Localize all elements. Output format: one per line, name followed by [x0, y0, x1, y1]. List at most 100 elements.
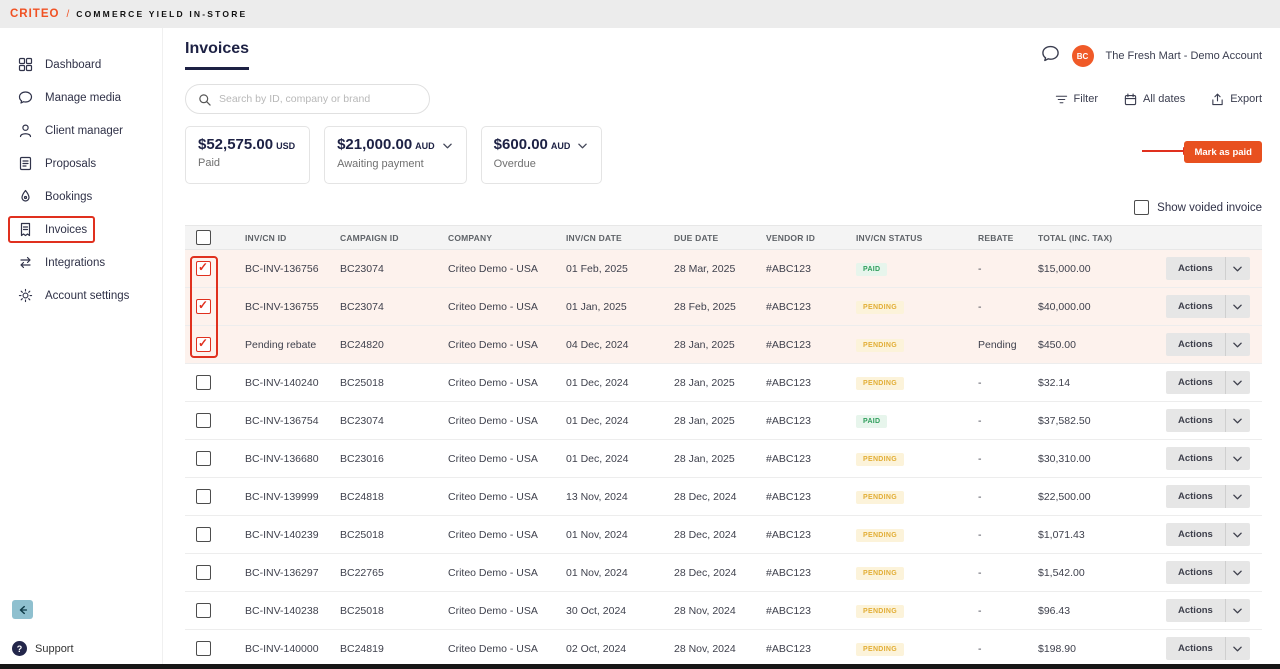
sidebar-item-manage-media[interactable]: Manage media — [0, 81, 162, 114]
company-cell: Criteo Demo - USA — [436, 377, 554, 389]
row-checkbox[interactable] — [196, 565, 211, 580]
row-checkbox[interactable] — [196, 299, 211, 314]
actions-button[interactable]: Actions — [1166, 257, 1225, 280]
card-label: Awaiting payment — [337, 158, 452, 170]
actions-button[interactable]: Actions — [1166, 371, 1225, 394]
table-row: BC-INV-136754 BC23074 Criteo Demo - USA … — [185, 402, 1262, 440]
actions-dropdown-chevron[interactable] — [1225, 371, 1250, 394]
card-dropdown-chevron[interactable] — [443, 136, 452, 154]
row-actions-group: Actions — [1166, 637, 1262, 660]
invoice-receipt-icon — [18, 222, 33, 237]
due-date-cell: 28 Dec, 2024 — [662, 567, 754, 579]
vendor-id-cell: #ABC123 — [754, 263, 844, 275]
actions-button[interactable]: Actions — [1166, 523, 1225, 546]
collapse-sidebar-button[interactable] — [12, 600, 33, 619]
actions-dropdown-chevron[interactable] — [1225, 485, 1250, 508]
invoice-id-cell: BC-INV-136297 — [233, 567, 328, 579]
filter-button[interactable]: Filter — [1055, 93, 1098, 106]
card-dropdown-chevron[interactable] — [578, 136, 587, 154]
actions-button[interactable]: Actions — [1166, 637, 1225, 660]
actions-dropdown-chevron[interactable] — [1225, 561, 1250, 584]
rebate-cell: - — [966, 263, 1026, 275]
total-cell: $15,000.00 — [1026, 263, 1154, 275]
row-actions-group: Actions — [1166, 599, 1262, 622]
sidebar-item-proposals[interactable]: Proposals — [0, 147, 162, 180]
total-cell: $30,310.00 — [1026, 453, 1154, 465]
avatar[interactable]: BC — [1072, 45, 1094, 67]
export-button[interactable]: Export — [1211, 93, 1262, 106]
actions-dropdown-chevron[interactable] — [1225, 295, 1250, 318]
support-link[interactable]: ? Support — [12, 641, 74, 656]
actions-button[interactable]: Actions — [1166, 561, 1225, 584]
vendor-id-cell: #ABC123 — [754, 529, 844, 541]
table-header-row: INV/CN ID CAMPAIGN ID COMPANY INV/CN DAT… — [185, 225, 1262, 250]
invoice-date-cell: 01 Dec, 2024 — [554, 377, 662, 389]
show-voided-checkbox[interactable] — [1134, 200, 1149, 215]
actions-dropdown-chevron[interactable] — [1225, 257, 1250, 280]
campaign-id-cell: BC23074 — [328, 263, 436, 275]
actions-dropdown-chevron[interactable] — [1225, 333, 1250, 356]
sidebar-item-account-settings[interactable]: Account settings — [0, 279, 162, 312]
sidebar-item-integrations[interactable]: Integrations — [0, 246, 162, 279]
search-input[interactable] — [219, 93, 417, 105]
chat-bubble-icon[interactable] — [1041, 44, 1060, 68]
actions-dropdown-chevron[interactable] — [1225, 409, 1250, 432]
column-header-invcn-id: INV/CN ID — [233, 233, 328, 243]
company-cell: Criteo Demo - USA — [436, 643, 554, 655]
company-cell: Criteo Demo - USA — [436, 453, 554, 465]
sidebar-item-bookings[interactable]: Bookings — [0, 180, 162, 213]
actions-dropdown-chevron[interactable] — [1225, 447, 1250, 470]
due-date-cell: 28 Dec, 2024 — [662, 529, 754, 541]
sidebar-item-client-manager[interactable]: Client manager — [0, 114, 162, 147]
actions-button[interactable]: Actions — [1166, 295, 1225, 318]
table-row: BC-INV-136755 BC23074 Criteo Demo - USA … — [185, 288, 1262, 326]
status-badge: PENDING — [856, 453, 904, 466]
status-badge: PENDING — [856, 605, 904, 618]
show-voided-label: Show voided invoice — [1157, 202, 1262, 214]
row-checkbox[interactable] — [196, 261, 211, 276]
actions-dropdown-chevron[interactable] — [1225, 523, 1250, 546]
row-checkbox[interactable] — [196, 337, 211, 352]
campaign-id-cell: BC24820 — [328, 339, 436, 351]
mark-as-paid-button[interactable]: Mark as paid — [1184, 141, 1262, 163]
sidebar-item-invoices[interactable]: Invoices — [0, 213, 162, 246]
row-checkbox[interactable] — [196, 489, 211, 504]
sidebar-item-label: Invoices — [45, 224, 87, 236]
row-checkbox[interactable] — [196, 451, 211, 466]
actions-button[interactable]: Actions — [1166, 447, 1225, 470]
row-checkbox[interactable] — [196, 413, 211, 428]
actions-dropdown-chevron[interactable] — [1225, 599, 1250, 622]
sidebar-item-dashboard[interactable]: Dashboard — [0, 48, 162, 81]
rebate-cell: - — [966, 643, 1026, 655]
bottom-edge-bar — [0, 664, 1280, 669]
actions-button[interactable]: Actions — [1166, 485, 1225, 508]
company-cell: Criteo Demo - USA — [436, 529, 554, 541]
table-row: BC-INV-136756 BC23074 Criteo Demo - USA … — [185, 250, 1262, 288]
export-label: Export — [1230, 93, 1262, 105]
row-checkbox[interactable] — [196, 603, 211, 618]
media-bubble-icon — [18, 90, 33, 105]
actions-button[interactable]: Actions — [1166, 409, 1225, 432]
invoice-table: INV/CN ID CAMPAIGN ID COMPANY INV/CN DAT… — [185, 225, 1262, 664]
invoice-id-cell: BC-INV-140240 — [233, 377, 328, 389]
actions-dropdown-chevron[interactable] — [1225, 637, 1250, 660]
account-name[interactable]: The Fresh Mart - Demo Account — [1106, 50, 1263, 62]
all-dates-button[interactable]: All dates — [1124, 93, 1185, 106]
status-badge: PENDING — [856, 491, 904, 504]
row-checkbox[interactable] — [196, 527, 211, 542]
column-header-due-date: DUE DATE — [662, 233, 754, 243]
status-badge: PENDING — [856, 339, 904, 352]
toolbar: Filter All dates Export — [185, 84, 1262, 114]
row-checkbox[interactable] — [196, 375, 211, 390]
row-actions-group: Actions — [1166, 295, 1262, 318]
actions-button[interactable]: Actions — [1166, 599, 1225, 622]
total-cell: $450.00 — [1026, 339, 1154, 351]
select-all-checkbox[interactable] — [196, 230, 211, 245]
back-arrow-icon — [17, 604, 29, 616]
all-dates-label: All dates — [1143, 93, 1185, 105]
row-checkbox[interactable] — [196, 641, 211, 656]
actions-button[interactable]: Actions — [1166, 333, 1225, 356]
product-name: COMMERCE YIELD IN-STORE — [76, 9, 247, 19]
rebate-cell: - — [966, 453, 1026, 465]
header-right: BC The Fresh Mart - Demo Account — [1041, 40, 1263, 68]
